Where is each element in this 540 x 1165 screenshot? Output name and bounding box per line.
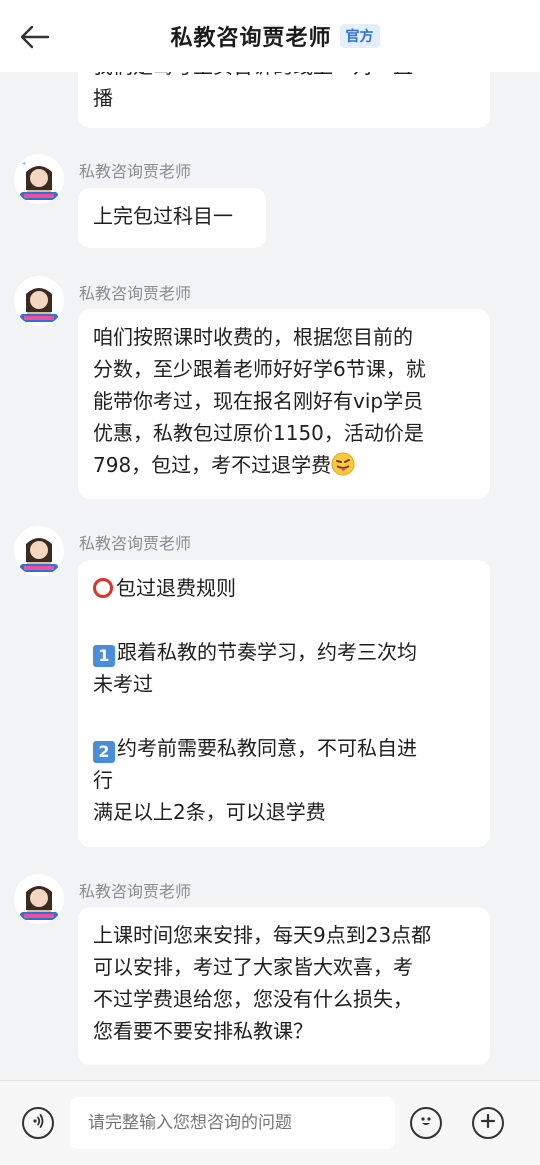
official-badge: 官方 [339, 24, 380, 48]
message-line: 可以安排，考过了大家皆大欢喜，考 [93, 955, 413, 979]
rule-line: 行 [93, 768, 113, 792]
message-line: 上完包过科目一 [93, 204, 233, 228]
svg-text:+: + [22, 161, 26, 167]
plus-icon [479, 1112, 497, 1134]
keycap-one-icon: 1 [93, 645, 115, 667]
rule-footer: 满足以上2条，可以退学费 [93, 800, 326, 824]
plus-button[interactable] [472, 1107, 504, 1139]
message-line: 播 [93, 86, 113, 110]
message-bubble: 包过退费规则 1 跟着私教的节奏学习，约考三次均 未考过 2 约考前需要私教同意，不… [78, 560, 490, 847]
sender-name: 私教咨询贾老师 [79, 162, 192, 181]
input-bar [0, 1080, 540, 1165]
message-bubble: 咱们按照课时收费的，根据您目前的 分数，至少跟着老师好好学6节课，就 能带你考过… [78, 309, 490, 499]
message-line: 您看要不要安排私教课？ [93, 1019, 313, 1043]
avatar[interactable] [14, 526, 64, 576]
rule-text: 约考前需要私教同意，不可私自进 [117, 736, 417, 760]
message-line: 能带你考过，现在报名刚好有vip学员 [93, 389, 424, 413]
sender-name: 私教咨询贾老师 [79, 882, 192, 901]
red-circle-icon [93, 578, 113, 598]
sender-name: 私教咨询贾老师 [79, 284, 192, 303]
voice-button[interactable] [22, 1107, 54, 1139]
rule-line: 1 跟着私教的节奏学习，约考三次均 [93, 636, 475, 668]
message-line: 分数，至少跟着老师好好学6节课，就 [93, 357, 426, 381]
title-group: 私教咨询贾老师 官方 [170, 20, 380, 52]
emoji-button[interactable] [410, 1107, 442, 1139]
message-bubble: 上课时间您来安排，每天9点到23点都 可以安排，考过了大家皆大欢喜，考 不过学费… [78, 907, 490, 1065]
back-button[interactable] [18, 24, 52, 54]
message-line: 优惠，私教包过原价1150，活动价是 [93, 421, 424, 445]
message-line: 咱们按照课时收费的，根据您目前的 [93, 325, 413, 349]
chat-header: 私教咨询贾老师 官方 [0, 0, 540, 72]
message-text: 798，包过，考不过退学费 [93, 453, 332, 477]
rule-heading-text: 包过退费规则 [116, 576, 236, 600]
back-arrow-icon [20, 25, 50, 53]
rule-line: 2 约考前需要私教同意，不可私自进 [93, 732, 475, 764]
avatar[interactable] [14, 874, 64, 924]
voice-icon [29, 1112, 47, 1134]
message-line: 上课时间您来安排，每天9点到23点都 [93, 923, 432, 947]
emoji-icon [416, 1111, 436, 1135]
page-title: 私教咨询贾老师 [170, 26, 332, 51]
message-bubble: 上完包过科目一 [78, 188, 266, 248]
tongue-wink-emoji-icon [331, 452, 355, 485]
message-line-last: 798，包过，考不过退学费 [93, 449, 475, 485]
avatar[interactable]: + [14, 154, 64, 204]
keycap-two-icon: 2 [93, 741, 115, 763]
message-input[interactable] [70, 1097, 395, 1149]
chat-area[interactable]: 我们是驾考主页告诉的线上一对一直 播 + 私教咨询贾老师 上完包过科目一 私教咨… [0, 0, 540, 1080]
avatar[interactable] [14, 276, 64, 326]
rule-line: 未考过 [93, 672, 153, 696]
rule-heading: 包过退费规则 [93, 572, 475, 604]
rule-text: 跟着私教的节奏学习，约考三次均 [117, 640, 417, 664]
sender-name: 私教咨询贾老师 [79, 534, 192, 553]
message-line: 不过学费退给您，您没有什么损失， [93, 987, 413, 1011]
